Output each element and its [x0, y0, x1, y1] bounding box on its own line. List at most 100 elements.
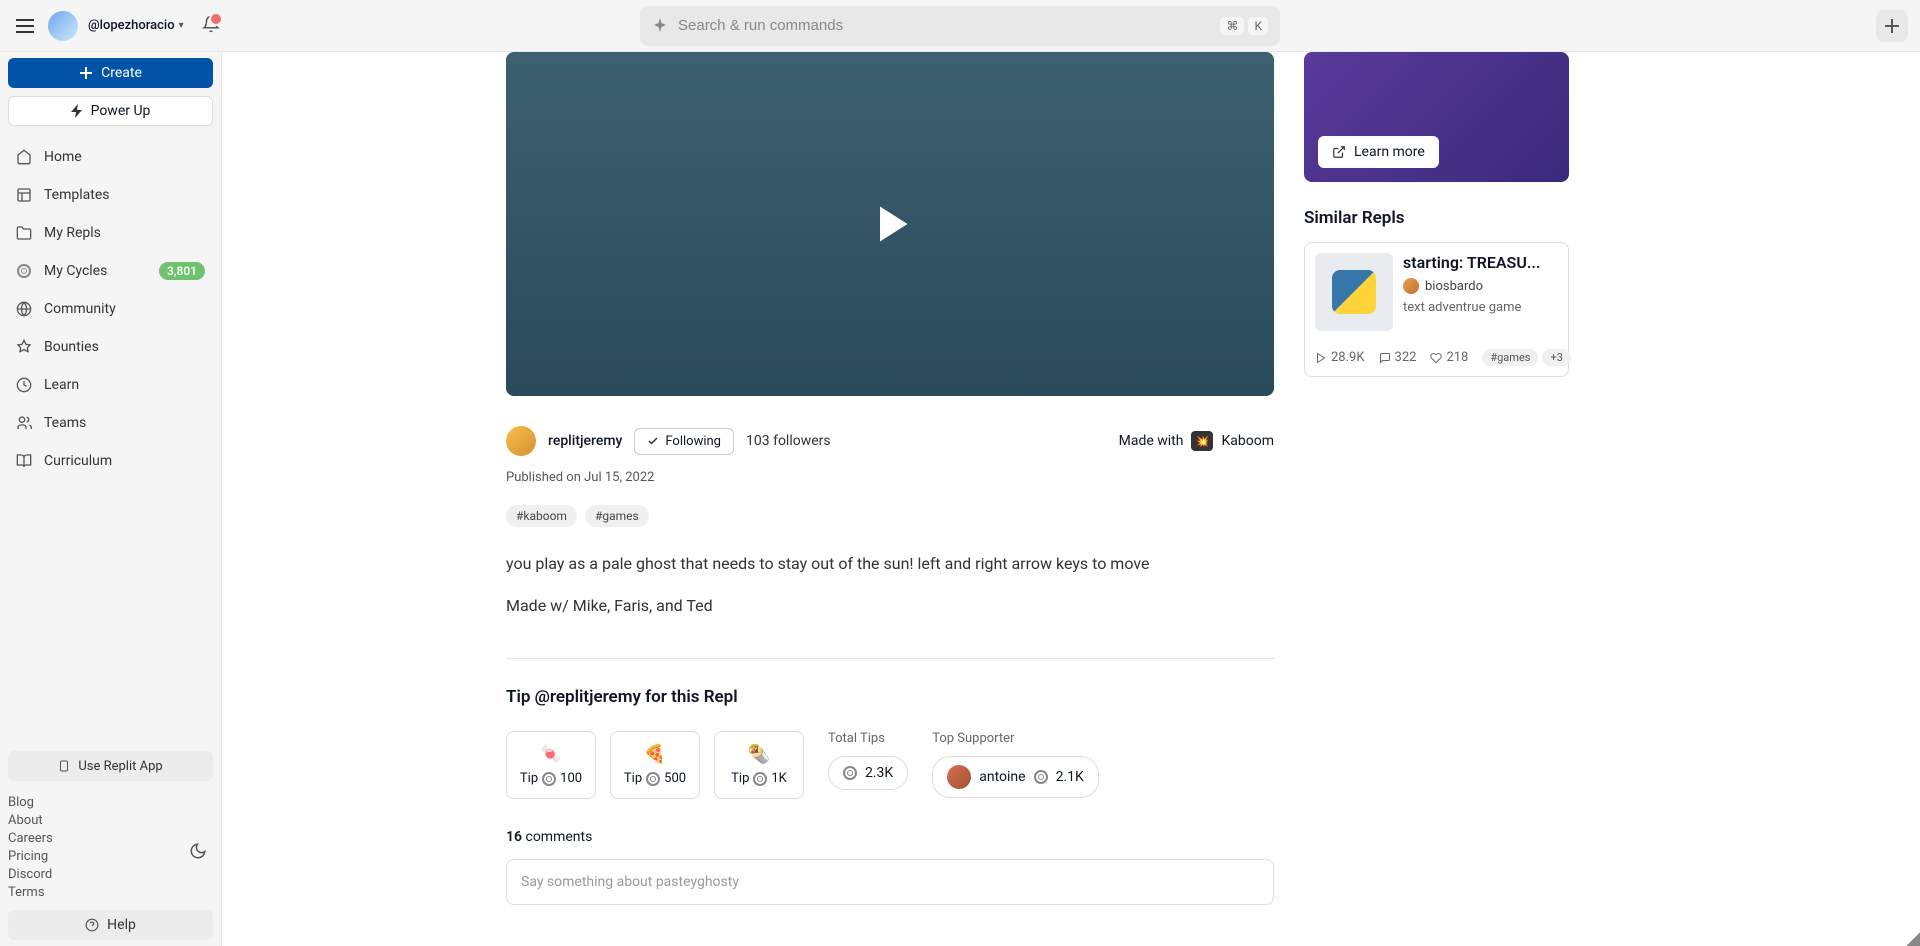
- user-avatar[interactable]: [48, 11, 78, 41]
- powerup-button[interactable]: Power Up: [8, 96, 213, 126]
- tip-amount: 1K: [771, 771, 786, 786]
- cycles-icon: [16, 264, 32, 278]
- total-tips-value: 2.3K: [865, 765, 893, 781]
- top-supporter-amount: 2.1K: [1056, 769, 1084, 785]
- notifications-button[interactable]: [202, 15, 220, 37]
- likes-count: 218: [1446, 350, 1468, 365]
- video-preview[interactable]: [506, 52, 1274, 396]
- author-row: replitjeremy Following 103 followers Mad…: [506, 426, 1274, 456]
- sidebar-item-label: Teams: [44, 415, 86, 431]
- tag-games[interactable]: #games: [585, 505, 649, 527]
- followers-count: 103 followers: [746, 433, 831, 449]
- similar-tag-games[interactable]: #games: [1482, 349, 1538, 366]
- footer-link-discord[interactable]: Discord: [8, 867, 53, 882]
- footer-link-careers[interactable]: Careers: [8, 831, 53, 846]
- create-button[interactable]: Create: [8, 58, 213, 88]
- hamburger-icon: [16, 19, 34, 33]
- cycles-badge: 3,801: [159, 262, 205, 280]
- username-dropdown[interactable]: @lopezhoracio ▾: [88, 18, 184, 33]
- resize-handle[interactable]: [1906, 932, 1920, 946]
- external-link-icon: [1332, 145, 1346, 159]
- sidebar-item-label: Templates: [44, 187, 110, 203]
- tip-amount: 100: [560, 771, 582, 786]
- top-supporter-pill[interactable]: antoine 2.1K: [932, 756, 1099, 798]
- heart-icon: [1430, 352, 1442, 364]
- use-replit-app-button[interactable]: Use Replit App: [8, 751, 213, 781]
- similar-repl-card[interactable]: starting: TREASU... biosbardo text adven…: [1304, 242, 1569, 377]
- help-icon: [85, 918, 99, 932]
- book-icon: [16, 453, 32, 469]
- similar-more-tags[interactable]: +3: [1542, 349, 1570, 366]
- footer-link-blog[interactable]: Blog: [8, 795, 53, 810]
- supporter-avatar: [947, 765, 971, 789]
- following-label: Following: [665, 434, 721, 449]
- folder-icon: [16, 225, 32, 241]
- tip-100-button[interactable]: 🍬 Tip 100: [506, 731, 596, 799]
- cycles-icon: [646, 772, 660, 786]
- sidebar-item-teams[interactable]: Teams: [8, 404, 213, 442]
- made-with-tool[interactable]: Kaboom: [1221, 433, 1274, 449]
- chevron-down-icon: ▾: [179, 20, 184, 31]
- new-repl-button[interactable]: [1876, 10, 1908, 42]
- sidebar-item-myrepls[interactable]: My Repls: [8, 214, 213, 252]
- tip-amount: 500: [664, 771, 686, 786]
- sidebar-item-community[interactable]: Community: [8, 290, 213, 328]
- tip-label: Tip: [520, 771, 538, 786]
- comment-input[interactable]: [506, 859, 1274, 905]
- sidebar-item-curriculum[interactable]: Curriculum: [8, 442, 213, 480]
- templates-icon: [16, 187, 32, 203]
- kbd-k: K: [1248, 17, 1268, 35]
- username-label: @lopezhoracio: [88, 18, 175, 33]
- learn-icon: [16, 377, 32, 393]
- search-bar[interactable]: ⌘ K: [640, 6, 1280, 46]
- kbd-hint: ⌘ K: [1220, 17, 1268, 35]
- author-avatar[interactable]: [506, 426, 536, 456]
- tip-500-button[interactable]: 🍕 Tip 500: [610, 731, 700, 799]
- following-button[interactable]: Following: [634, 428, 734, 455]
- sidebar-item-label: Home: [44, 149, 82, 165]
- lightning-icon: [71, 104, 83, 118]
- tip-label: Tip: [624, 771, 642, 786]
- cycles-icon: [1034, 770, 1048, 784]
- hamburger-menu-button[interactable]: [12, 15, 38, 37]
- sidebar-item-bounties[interactable]: Bounties: [8, 328, 213, 366]
- top-supporter-name: antoine: [979, 769, 1025, 785]
- tag-kaboom[interactable]: #kaboom: [506, 505, 577, 527]
- footer-link-terms[interactable]: Terms: [8, 885, 53, 900]
- footer-link-about[interactable]: About: [8, 813, 53, 828]
- footer-link-pricing[interactable]: Pricing: [8, 849, 53, 864]
- teams-icon: [16, 415, 32, 431]
- similar-title[interactable]: starting: TREASU...: [1403, 253, 1558, 272]
- burrito-icon: 🌯: [748, 744, 770, 765]
- published-date: Published on Jul 15, 2022: [506, 470, 1274, 485]
- kbd-cmd: ⌘: [1220, 17, 1244, 35]
- top-supporter-label: Top Supporter: [932, 731, 1099, 746]
- sidebar-item-templates[interactable]: Templates: [8, 176, 213, 214]
- author-name[interactable]: replitjeremy: [548, 433, 622, 449]
- sidebar-item-label: My Repls: [44, 225, 101, 241]
- tip-heading: Tip @replitjeremy for this Repl: [506, 687, 1274, 707]
- tip-1k-button[interactable]: 🌯 Tip 1K: [714, 731, 804, 799]
- candy-icon: 🍬: [540, 744, 562, 765]
- help-button[interactable]: Help: [8, 910, 213, 940]
- sidebar-item-label: Bounties: [44, 339, 99, 355]
- similar-author-name[interactable]: biosbardo: [1425, 279, 1483, 294]
- similar-thumbnail: [1315, 253, 1393, 331]
- sidebar-item-mycycles[interactable]: My Cycles 3,801: [8, 252, 213, 290]
- comments-stat: 322: [1379, 350, 1417, 365]
- sidebar-item-home[interactable]: Home: [8, 138, 213, 176]
- desc-line-2: Made w/ Mike, Faris, and Ted: [506, 593, 1274, 619]
- kaboom-icon: 💥: [1191, 431, 1213, 451]
- learn-more-button[interactable]: Learn more: [1318, 136, 1439, 168]
- search-input[interactable]: [678, 17, 1210, 34]
- cycles-icon: [843, 766, 857, 780]
- total-tips-block: Total Tips 2.3K: [828, 731, 908, 798]
- sidebar-item-learn[interactable]: Learn: [8, 366, 213, 404]
- likes-stat: 218: [1430, 350, 1468, 365]
- similar-description: text adventrue game: [1403, 300, 1558, 315]
- bounties-icon: [16, 339, 32, 355]
- help-label: Help: [107, 917, 136, 933]
- sidebar-item-label: Curriculum: [44, 453, 112, 469]
- made-with: Made with 💥 Kaboom: [1119, 431, 1274, 451]
- theme-toggle-button[interactable]: [183, 836, 213, 870]
